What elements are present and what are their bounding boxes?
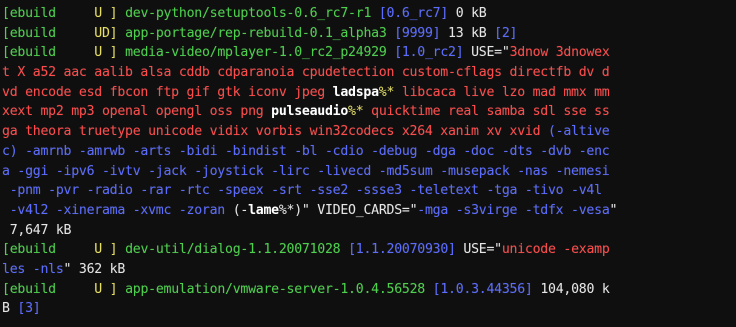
terminal-text-segment: " 362 kB (63, 261, 126, 277)
terminal-text-segment: U ] (55, 242, 126, 258)
terminal-text-segment: (-altive (547, 124, 610, 140)
terminal-line: xext mp2 mp3 openal opengl oss png pulse… (2, 102, 736, 122)
terminal-text-segment: [9999] (394, 25, 441, 41)
terminal-line: [ebuild U ] dev-util/dialog-1.1.20071028… (2, 240, 736, 260)
terminal-text-segment: a -ggi -ipv6 -ivtv -jack -joystick -lirc… (2, 163, 610, 179)
terminal-text-segment: pulseaudio (271, 104, 349, 120)
terminal-line: [ebuild U ] app-emulation/vmware-server-… (2, 280, 736, 300)
terminal-text-segment: -v4l2 -xinerama -xvmc -zoran (2, 202, 233, 218)
terminal-text-segment: app-portage/rep-rebuild-0.1_alpha3 (125, 25, 395, 41)
terminal-line: ga theora truetype unicode vidix vorbis … (2, 122, 736, 142)
terminal-text-segment: [0.6_rc7] (378, 6, 449, 21)
terminal-line: c) -amrnb -amrwb -arts -bidi -bindist -b… (2, 142, 736, 162)
terminal-text-segment: les -nls (2, 261, 64, 277)
terminal-line: [ebuild U ] dev-python/setuptools-0.6_rc… (2, 4, 736, 24)
terminal-text-segment: 13 kB (440, 25, 495, 41)
terminal-text-segment: dev-util/dialog-1.1.20071028 (125, 242, 349, 258)
terminal-text-segment: " VIDEO_CARDS=" (301, 202, 418, 218)
terminal-text-segment: ebuild (9, 281, 56, 297)
terminal-text-segment: -mga -s3virge -tdfx -vesa (417, 202, 610, 218)
terminal-text-segment: [ (2, 6, 10, 21)
terminal-text-segment: [1.0_rc2] (394, 45, 464, 61)
terminal-text-segment: lame (248, 202, 279, 218)
terminal-text-segment: 3dnow 3dnowex (509, 45, 610, 61)
terminal-text-segment: quicktime real samba sdl sse ss (363, 104, 610, 120)
terminal-text-segment: ebuild (9, 25, 56, 41)
terminal-text-segment: [ (2, 242, 10, 258)
terminal-text-segment: unicode -examp (501, 242, 610, 258)
terminal-text-segment: ebuild (9, 242, 56, 258)
terminal-text-segment: USE=" (455, 242, 502, 258)
terminal-text-segment: B (2, 301, 18, 317)
terminal-text-segment: media-video/mplayer-1.0_rc2_p24929 (125, 45, 395, 61)
terminal-text-segment: U ] (55, 281, 126, 297)
terminal-text-segment: dev-python/setuptools-0.6_rc7-r1 (125, 6, 379, 21)
terminal-text-segment: 7,647 kB (2, 222, 72, 238)
terminal-line: -pnm -pvr -radio -rar -rtc -speex -srt -… (2, 181, 736, 201)
terminal-text-segment: ladspa (332, 84, 379, 100)
terminal-text-segment: [3] (17, 301, 41, 317)
terminal-text-segment: U ] (55, 6, 126, 21)
terminal-text-segment: libcaca live lzo mad mmx mm (394, 84, 610, 100)
terminal-text-segment: ga theora truetype unicode vidix vorbis … (2, 124, 548, 140)
terminal-line: 7,647 kB (2, 221, 736, 241)
terminal-text-segment: xext mp2 mp3 openal opengl oss png (2, 104, 272, 120)
terminal-text-segment: [ (2, 25, 10, 41)
terminal-text-segment: [ (2, 45, 10, 61)
terminal-text-segment: U ] (55, 45, 126, 61)
terminal-text-segment: 0 kB (448, 6, 487, 21)
terminal-line: t X a52 aac aalib alsa cddb cdparanoia c… (2, 63, 736, 83)
terminal-text-segment: [2] (494, 25, 518, 41)
terminal-text-segment: [1.0.3.44356] (432, 281, 533, 297)
terminal-text-segment: [ (2, 281, 10, 297)
terminal-text-segment: vd encode esd fbcon ftp gif gtk iconv jp… (2, 84, 333, 100)
terminal-text-segment: USE=" (463, 45, 510, 61)
terminal-text-segment: t X a52 aac aalib alsa cddb cdparanoia c… (2, 65, 610, 81)
terminal-line: B [3] (2, 299, 736, 319)
terminal-text-segment: ebuild (9, 45, 56, 61)
terminal-text-segment: ebuild (9, 6, 56, 21)
terminal-text-segment: c) -amrnb -amrwb -arts -bidi -bindist -b… (2, 143, 610, 159)
terminal-line: les -nls" 362 kB (2, 260, 736, 280)
terminal-line: -v4l2 -xinerama -xvmc -zoran (-lame%*)" … (2, 201, 736, 221)
terminal-text-segment: app-emulation/vmware-server-1.0.4.56528 (125, 281, 433, 297)
terminal-text-segment: %* (378, 84, 395, 100)
terminal-line: [ebuild UD] app-portage/rep-rebuild-0.1_… (2, 24, 736, 44)
terminal-text-segment: %* (348, 104, 364, 120)
terminal-text-segment: [1.1.20070930] (348, 242, 456, 258)
terminal-text-segment: -pnm -pvr -radio -rar -rtc -speex -srt -… (2, 183, 602, 199)
terminal-text-segment: %*) (278, 202, 302, 218)
terminal-line: [ebuild U ] media-video/mplayer-1.0_rc2_… (2, 43, 736, 63)
terminal-text-segment: 104,080 k (532, 281, 610, 297)
terminal-text-segment: " (609, 202, 618, 218)
terminal-output: [ebuild U ] dev-python/setuptools-0.6_rc… (0, 0, 736, 327)
terminal-line: vd encode esd fbcon ftp gif gtk iconv jp… (2, 83, 736, 103)
terminal-line: a -ggi -ipv6 -ivtv -jack -joystick -lirc… (2, 162, 736, 182)
terminal-text-segment: UD] (55, 25, 126, 41)
terminal-text-segment: (- (232, 202, 249, 218)
